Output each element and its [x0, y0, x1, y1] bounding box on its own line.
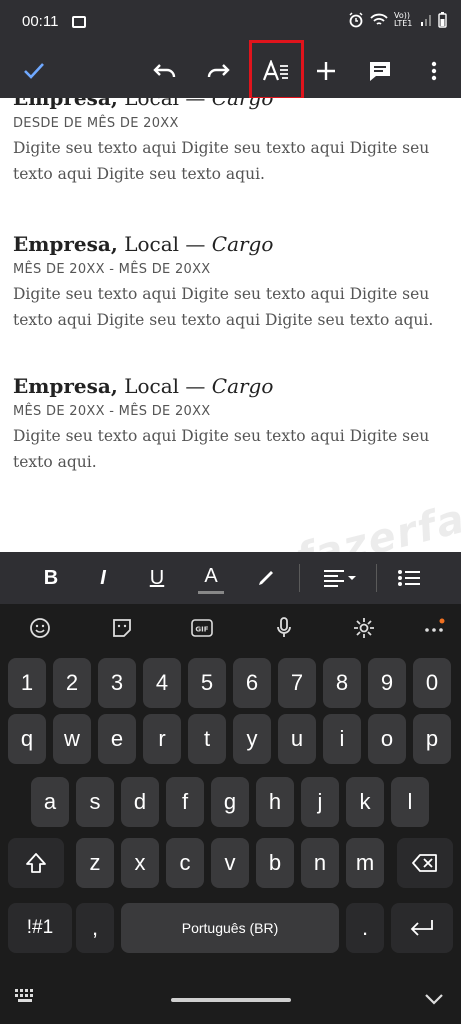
wifi-icon: [370, 13, 388, 25]
alarm-icon: [349, 12, 363, 28]
key-h[interactable]: h: [256, 777, 294, 827]
key-d[interactable]: d: [121, 777, 159, 827]
undo-icon[interactable]: [145, 44, 185, 98]
home-indicator[interactable]: [171, 998, 291, 1002]
divider: [376, 564, 377, 592]
key-l[interactable]: l: [391, 777, 429, 827]
keyboard-nav-bar: [0, 974, 461, 1024]
key-y[interactable]: y: [233, 714, 271, 764]
more-vert-icon[interactable]: [414, 44, 454, 98]
comment-icon[interactable]: [360, 44, 400, 98]
plus-icon[interactable]: [306, 44, 346, 98]
entry-heading: Empresa, Local — Cargo: [13, 98, 274, 110]
signal-icon: [421, 15, 431, 26]
backspace-key[interactable]: [397, 838, 453, 888]
experience-entry: Empresa, Local — Cargo DESDE DE MÊS DE 2…: [13, 98, 461, 187]
key-a[interactable]: a: [31, 777, 69, 827]
redo-icon[interactable]: [198, 44, 238, 98]
editor-toolbar: [0, 44, 461, 98]
entry-dates: MÊS DE 20XX - MÊS DE 20XX: [13, 404, 211, 419]
key-4[interactable]: 4: [143, 658, 181, 708]
svg-text:GIF: GIF: [195, 626, 208, 634]
key-p[interactable]: p: [413, 714, 451, 764]
highlighter-icon[interactable]: [252, 562, 280, 594]
enter-key[interactable]: [391, 903, 453, 953]
shift-key[interactable]: [8, 838, 64, 888]
key-v[interactable]: v: [211, 838, 249, 888]
battery-icon: [438, 12, 447, 28]
text-color-button[interactable]: A: [198, 562, 224, 594]
key-b[interactable]: b: [256, 838, 294, 888]
key-j[interactable]: j: [301, 777, 339, 827]
key-n[interactable]: n: [301, 838, 339, 888]
key-g[interactable]: g: [211, 777, 249, 827]
underline-button[interactable]: U: [144, 562, 170, 594]
entry-heading: Empresa, Local — Cargo: [13, 374, 274, 398]
key-k[interactable]: k: [346, 777, 384, 827]
format-bar: B I U A: [0, 552, 461, 604]
keyboard-switch-icon[interactable]: [14, 988, 38, 1008]
key-0[interactable]: 0: [413, 658, 451, 708]
document-area[interactable]: Empresa, Local — Cargo DESDE DE MÊS DE 2…: [0, 98, 461, 552]
entry-dates: MÊS DE 20XX - MÊS DE 20XX: [13, 262, 211, 277]
experience-entry: Empresa, Local — Cargo MÊS DE 20XX - MÊS…: [13, 232, 461, 333]
entry-heading: Empresa, Local — Cargo: [13, 232, 274, 256]
check-icon[interactable]: [14, 44, 54, 98]
highlight-box: [249, 40, 304, 100]
entry-dates: DESDE DE MÊS DE 20XX: [13, 116, 179, 131]
key-x[interactable]: x: [121, 838, 159, 888]
network-label: Vo)) LTE1: [394, 11, 413, 28]
key-u[interactable]: u: [278, 714, 316, 764]
key-c[interactable]: c: [166, 838, 204, 888]
status-bar: 00:11 Vo)) LTE1: [0, 0, 461, 44]
key-7[interactable]: 7: [278, 658, 316, 708]
microphone-icon[interactable]: [272, 616, 296, 640]
period-key[interactable]: .: [346, 903, 384, 953]
more-horiz-icon[interactable]: [422, 616, 446, 640]
bold-button[interactable]: B: [38, 562, 64, 594]
experience-entry: Empresa, Local — Cargo MÊS DE 20XX - MÊS…: [13, 374, 461, 475]
bulleted-list-icon[interactable]: [394, 562, 424, 594]
key-o[interactable]: o: [368, 714, 406, 764]
key-6[interactable]: 6: [233, 658, 271, 708]
key-w[interactable]: w: [53, 714, 91, 764]
align-left-dropdown[interactable]: [318, 562, 362, 594]
sticker-icon[interactable]: [110, 616, 134, 640]
key-5[interactable]: 5: [188, 658, 226, 708]
image-notification-icon: [72, 16, 86, 28]
status-icons: Vo)) LTE1: [348, 12, 447, 28]
key-3[interactable]: 3: [98, 658, 136, 708]
key-e[interactable]: e: [98, 714, 136, 764]
key-q[interactable]: q: [8, 714, 46, 764]
shift-icon: [26, 853, 46, 873]
key-i[interactable]: i: [323, 714, 361, 764]
key-2[interactable]: 2: [53, 658, 91, 708]
italic-button[interactable]: I: [90, 562, 116, 594]
emoji-icon[interactable]: [28, 616, 52, 640]
key-9[interactable]: 9: [368, 658, 406, 708]
key-t[interactable]: t: [188, 714, 226, 764]
key-s[interactable]: s: [76, 777, 114, 827]
chevron-down-icon[interactable]: [424, 990, 444, 1009]
key-f[interactable]: f: [166, 777, 204, 827]
keyboard-toolbar: GIF: [0, 604, 461, 652]
key-m[interactable]: m: [346, 838, 384, 888]
status-time: 00:11: [22, 13, 59, 30]
divider: [299, 564, 300, 592]
comma-key[interactable]: ,: [76, 903, 114, 953]
enter-icon: [410, 920, 433, 936]
keyboard: GIF 1 2 3 4 5 6 7 8 9 0 q w e r t y u i …: [0, 604, 461, 1024]
entry-text: Digite seu texto aqui Digite seu texto a…: [13, 427, 430, 471]
space-key[interactable]: Português (BR): [121, 903, 339, 953]
settings-gear-icon[interactable]: [352, 616, 376, 640]
backspace-icon: [412, 854, 437, 872]
key-r[interactable]: r: [143, 714, 181, 764]
gif-icon[interactable]: GIF: [190, 616, 214, 640]
key-8[interactable]: 8: [323, 658, 361, 708]
entry-text: Digite seu texto aqui Digite seu texto a…: [13, 139, 430, 183]
key-1[interactable]: 1: [8, 658, 46, 708]
symbols-key[interactable]: !#1: [8, 903, 72, 953]
key-z[interactable]: z: [76, 838, 114, 888]
entry-text: Digite seu texto aqui Digite seu texto a…: [13, 285, 434, 329]
